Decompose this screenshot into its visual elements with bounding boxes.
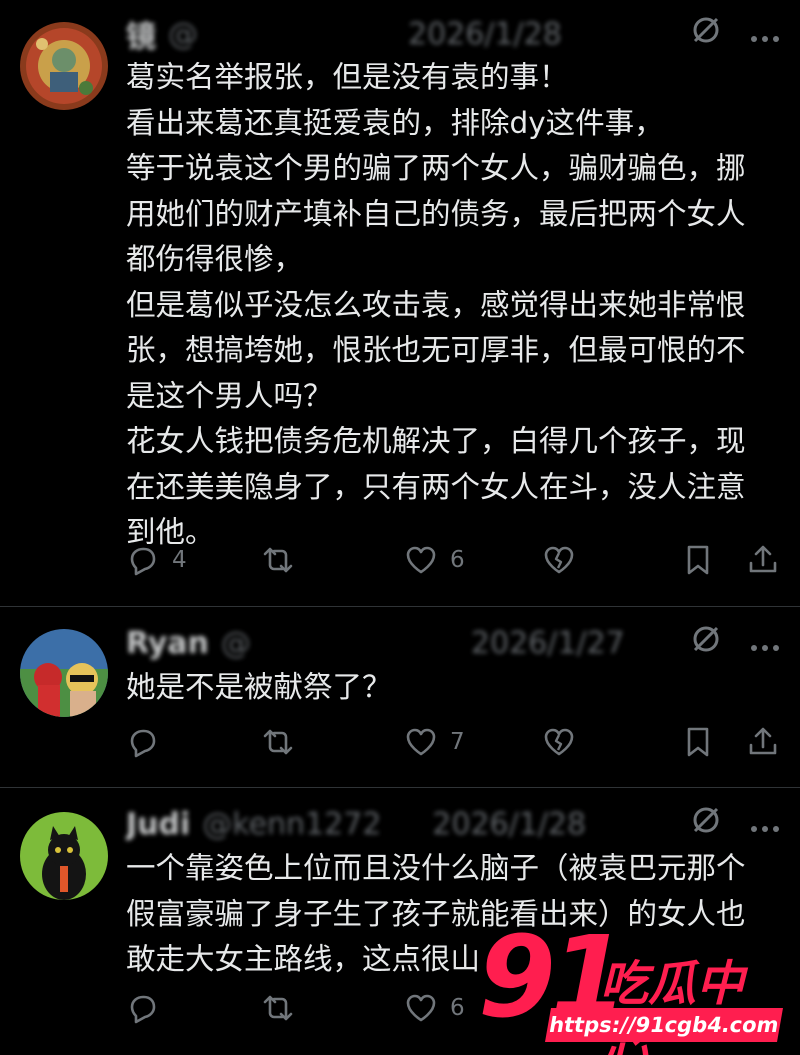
avatar[interactable] bbox=[20, 629, 108, 717]
share-icon bbox=[749, 727, 777, 755]
reply-icon bbox=[130, 547, 156, 576]
post-text: 她是不是被献祭了？ bbox=[126, 665, 772, 711]
repost-icon bbox=[263, 547, 293, 573]
post-date: 2026/1/28 bbox=[432, 806, 587, 842]
post-line: 都伤得很惨， bbox=[126, 242, 304, 276]
unlike-button[interactable] bbox=[542, 538, 576, 582]
bookmark-icon bbox=[687, 727, 709, 757]
more-options-icon[interactable] bbox=[750, 807, 780, 842]
post-line: 是这个男人吗？ bbox=[126, 378, 333, 413]
author-handle[interactable]: @kenn1272 bbox=[202, 807, 432, 842]
like-count: 6 bbox=[450, 547, 465, 573]
heart-icon bbox=[406, 728, 436, 756]
author-handle[interactable]: @ bbox=[168, 17, 408, 52]
bookmark-button[interactable] bbox=[681, 538, 715, 582]
like-button[interactable]: 7 bbox=[404, 720, 465, 764]
reply-count: 4 bbox=[172, 547, 187, 573]
grok-icon[interactable] bbox=[690, 804, 722, 844]
broken-heart-icon bbox=[544, 728, 574, 756]
post-line: 等于说袁这个男的骗了两个女人，骗财骗色，挪 bbox=[126, 151, 746, 185]
post-line: 但是葛似乎没怎么攻击袁，感觉得出来她非常恨 bbox=[126, 287, 746, 322]
reply-button[interactable] bbox=[126, 720, 172, 764]
heart-icon bbox=[406, 994, 436, 1022]
post-line: 在还美美隐身了，只有两个女人在斗，没人注意 bbox=[126, 469, 746, 504]
like-button[interactable]: 6 bbox=[404, 986, 465, 1030]
reply-icon bbox=[130, 995, 156, 1024]
watermark: 91 吃瓜中心 https://91cgb4.com bbox=[478, 922, 788, 1055]
author-name[interactable]: Ryan bbox=[126, 626, 209, 661]
reply-button[interactable]: 4 bbox=[126, 538, 187, 582]
repost-button[interactable] bbox=[261, 538, 307, 582]
author-handle[interactable]: @ bbox=[221, 626, 471, 661]
more-options-icon[interactable] bbox=[750, 17, 780, 52]
post-line: 用她们的财产填补自己的债务，最后把两个女人 bbox=[126, 196, 746, 231]
reply-icon bbox=[130, 729, 156, 758]
heart-icon bbox=[406, 546, 436, 574]
bookmark-button[interactable] bbox=[681, 720, 715, 764]
share-button[interactable] bbox=[746, 720, 780, 764]
post-date: 2026/1/28 bbox=[408, 16, 562, 52]
more-options-icon[interactable] bbox=[750, 626, 780, 661]
post-line: 花女人钱把债务危机解决了，白得几个孩子，现 bbox=[126, 424, 746, 458]
post-1[interactable]: 镜 @ 2026/1/28 葛实名举报张，但是没有袁的事！ 看出来葛还真挺爱袁的… bbox=[0, 0, 800, 606]
share-button[interactable] bbox=[746, 538, 780, 582]
author-name[interactable]: 镜 bbox=[126, 12, 156, 56]
repost-button[interactable] bbox=[261, 986, 307, 1030]
post-text: 葛实名举报张，但是没有袁的事！ 看出来葛还真挺爱袁的，排除dy这件事， 等于说袁… bbox=[126, 55, 772, 556]
like-count: 6 bbox=[450, 995, 465, 1021]
repost-icon bbox=[263, 729, 293, 755]
like-button[interactable]: 6 bbox=[404, 538, 465, 582]
broken-heart-icon bbox=[544, 546, 574, 574]
avatar[interactable] bbox=[20, 812, 108, 900]
post-header: Ryan @ 2026/1/27 bbox=[126, 621, 780, 665]
post-2[interactable]: Ryan @ 2026/1/27 她是不是被献祭了？ 7 bbox=[0, 607, 800, 787]
action-bar: 7 bbox=[126, 720, 780, 764]
post-line: 张，想搞垮她，恨张也无可厚非，但最可恨的不 bbox=[126, 333, 746, 367]
share-icon bbox=[749, 545, 777, 573]
post-header: Judi @kenn1272 2026/1/28 bbox=[126, 802, 780, 846]
post-line: 葛实名举报张，但是没有袁的事！ bbox=[126, 60, 569, 94]
reply-button[interactable] bbox=[126, 986, 172, 1030]
grok-icon[interactable] bbox=[690, 14, 722, 54]
repost-button[interactable] bbox=[261, 720, 307, 764]
bookmark-icon bbox=[687, 545, 709, 575]
post-line: 一个靠姿色上位而且没什么脑子（被袁巴元那个 bbox=[126, 851, 746, 885]
repost-icon bbox=[263, 995, 293, 1021]
unlike-button[interactable] bbox=[542, 720, 576, 764]
action-bar: 4 6 bbox=[126, 538, 780, 582]
grok-icon[interactable] bbox=[690, 623, 722, 663]
avatar[interactable] bbox=[20, 22, 108, 110]
like-count: 7 bbox=[450, 729, 465, 755]
post-header: 镜 @ 2026/1/28 bbox=[126, 12, 780, 56]
watermark-url: https://91cgb4.com bbox=[545, 1008, 783, 1042]
author-name[interactable]: Judi bbox=[126, 807, 190, 842]
post-date: 2026/1/27 bbox=[470, 625, 625, 661]
post-line: 看出来葛还真挺爱袁的，排除dy这件事， bbox=[126, 105, 664, 140]
post-line: 她是不是被献祭了？ bbox=[126, 670, 392, 704]
